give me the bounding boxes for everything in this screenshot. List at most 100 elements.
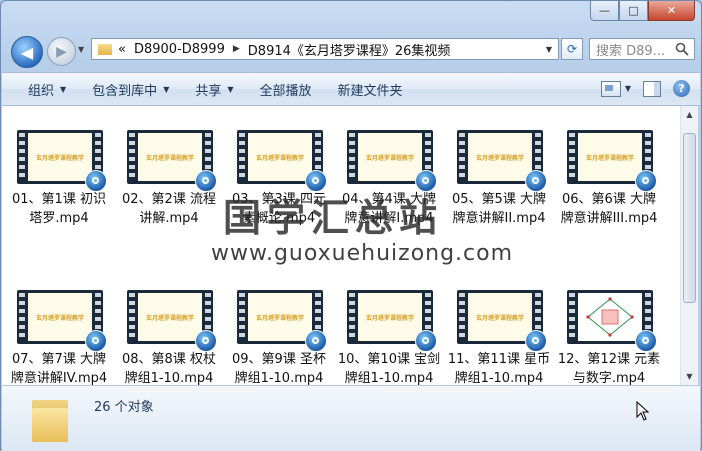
refresh-button[interactable]: ⟳ <box>561 38 583 60</box>
watermark-url: www.guoxuehuizong.com <box>211 241 514 266</box>
media-player-icon <box>525 330 547 352</box>
media-player-icon <box>85 170 107 192</box>
video-thumbnail <box>567 284 657 352</box>
arrow-left-icon: ◀ <box>20 42 34 62</box>
file-name: 12、第12课 元素与数字.mp4 <box>557 352 661 385</box>
file-name: 06、第6课 大牌牌意讲解III.mp4 <box>560 192 658 226</box>
refresh-icon: ⟳ <box>566 42 578 56</box>
video-thumbnail: 玄月塔罗课程教学 <box>567 124 657 192</box>
address-dropdown[interactable]: ▼ <box>546 45 552 54</box>
address-bar[interactable]: « D8900-D8999 ▶ D8914《玄月塔罗课程》26集视频 ▼ <box>91 38 559 60</box>
share-menu[interactable]: 共享 ▼ <box>195 80 233 99</box>
vertical-scrollbar[interactable]: ▲ ▼ <box>680 106 698 385</box>
thumbnail-screen: 玄月塔罗课程教学 <box>248 133 312 181</box>
change-view-icon[interactable] <box>600 80 621 97</box>
media-player-icon <box>195 330 217 352</box>
chevron-down-icon: ▼ <box>78 45 85 54</box>
video-thumbnail: 玄月塔罗课程教学 <box>127 284 217 352</box>
file-name: 01、第1课 初识塔罗.mp4 <box>12 192 106 226</box>
address-segment-current[interactable]: D8914《玄月塔罗课程》26集视频 <box>248 40 451 59</box>
play-all-button[interactable]: 全部播放 <box>260 80 312 99</box>
scroll-up-button[interactable]: ▲ <box>681 106 698 123</box>
organize-menu[interactable]: 组织 ▼ <box>28 80 66 99</box>
thumbnail-screen: 玄月塔罗课程教学 <box>28 293 92 341</box>
file-name: 02、第2课 流程讲解.mp4 <box>122 192 216 226</box>
thumbnail-caption: 玄月塔罗课程教学 <box>255 154 304 162</box>
mouse-cursor-icon <box>636 401 650 421</box>
file-name: 08、第8课 权杖牌组1-10.mp4 <box>122 352 216 385</box>
video-thumbnail: 玄月塔罗课程教学 <box>347 284 437 352</box>
close-button[interactable]: ✕ <box>648 1 695 21</box>
media-player-icon <box>305 330 327 352</box>
thumbnail-caption: 玄月塔罗课程教学 <box>365 154 414 162</box>
forward-button[interactable]: ▶ <box>47 37 76 66</box>
thumbnail-screen: 玄月塔罗课程教学 <box>358 133 422 181</box>
search-placeholder: 搜索 D89... <box>596 43 666 59</box>
scroll-down-button[interactable]: ▼ <box>681 368 698 385</box>
explorer-window: — □ ✕ ◀ ▶ ▼ « D8900-D8999 ▶ D8914《玄月塔罗课程… <box>0 0 702 451</box>
thumbnail-screen: 玄月塔罗课程教学 <box>28 133 92 181</box>
include-in-library-menu[interactable]: 包含到库中 ▼ <box>92 80 169 99</box>
details-pane: 26 个对象 <box>2 385 700 451</box>
scrollbar-thumb[interactable] <box>683 133 696 303</box>
thumbnail-caption: 玄月塔罗课程教学 <box>145 154 194 162</box>
video-thumbnail: 玄月塔罗课程教学 <box>457 284 547 352</box>
caption-buttons: — □ ✕ <box>590 1 695 21</box>
thumbnail-screen: 玄月塔罗课程教学 <box>248 293 312 341</box>
media-player-icon <box>415 330 437 352</box>
command-bar: 组织 ▼ 包含到库中 ▼ 共享 ▼ 全部播放 新建文件夹 ▼ ? <box>2 72 700 106</box>
media-player-icon <box>635 170 657 192</box>
file-name: 09、第9课 圣杯牌组1-10.mp4 <box>232 352 326 385</box>
media-player-icon <box>85 330 107 352</box>
address-segment-parent[interactable]: D8900-D8999 <box>134 42 225 57</box>
video-thumbnail: 玄月塔罗课程教学 <box>127 124 217 192</box>
thumbnail-caption: 玄月塔罗课程教学 <box>145 314 194 322</box>
minimize-button[interactable]: — <box>590 1 619 21</box>
caret-down-icon: ▼ <box>163 84 170 94</box>
video-thumbnail: 玄月塔罗课程教学 <box>237 124 327 192</box>
caret-down-icon: ▼ <box>227 84 234 94</box>
file-name: 07、第7课 大牌牌意讲解IV.mp4 <box>10 352 108 385</box>
caret-down-icon: ▼ <box>60 84 67 94</box>
new-folder-label: 新建文件夹 <box>337 83 403 99</box>
preview-pane-icon[interactable] <box>643 80 661 97</box>
thumbnail-screen: 玄月塔罗课程教学 <box>358 293 422 341</box>
chevron-right-icon[interactable]: ▶ <box>233 44 240 54</box>
share-label: 共享 <box>195 83 222 99</box>
item-count: 26 个对象 <box>94 400 154 415</box>
back-button[interactable]: ◀ <box>11 36 43 68</box>
organize-label: 组织 <box>28 83 55 99</box>
folder-icon <box>32 396 68 442</box>
include-in-library-label: 包含到库中 <box>92 83 158 99</box>
search-input[interactable]: 搜索 D89... <box>589 38 695 60</box>
view-dropdown[interactable]: ▼ <box>625 84 631 93</box>
address-overflow[interactable]: « <box>118 42 126 57</box>
thumbnail-caption: 玄月塔罗课程教学 <box>475 154 524 162</box>
thumbnail-screen: 玄月塔罗课程教学 <box>138 293 202 341</box>
search-icon[interactable] <box>675 42 689 60</box>
video-thumbnail: 玄月塔罗课程教学 <box>17 284 107 352</box>
thumbnail-caption: 玄月塔罗课程教学 <box>35 154 84 162</box>
file-name: 05、第5课 大牌牌意讲解II.mp4 <box>452 192 546 226</box>
thumbnail-screen: 玄月塔罗课程教学 <box>578 133 642 181</box>
new-folder-button[interactable]: 新建文件夹 <box>338 80 403 99</box>
thumbnail-screen: 玄月塔罗课程教学 <box>468 293 532 341</box>
media-player-icon <box>525 170 547 192</box>
thumbnail-caption: 玄月塔罗课程教学 <box>365 314 414 322</box>
media-player-icon <box>635 330 657 352</box>
arrow-right-icon: ▶ <box>56 43 67 60</box>
recent-pages-dropdown[interactable]: ▼ <box>78 45 84 54</box>
video-thumbnail: 玄月塔罗课程教学 <box>17 124 107 192</box>
media-player-icon <box>195 170 217 192</box>
video-thumbnail: 玄月塔罗课程教学 <box>457 124 547 192</box>
maximize-button[interactable]: □ <box>619 1 648 21</box>
diagram-preview <box>578 293 642 341</box>
thumbnail-caption: 玄月塔罗课程教学 <box>35 314 84 322</box>
help-icon[interactable]: ? <box>673 80 690 97</box>
play-all-label: 全部播放 <box>259 83 312 99</box>
thumbnail-caption: 玄月塔罗课程教学 <box>585 154 634 162</box>
folder-icon <box>98 43 112 55</box>
file-name: 10、第10课 宝剑牌组1-10.mp4 <box>337 352 441 385</box>
thumbnail-screen: 玄月塔罗课程教学 <box>468 133 532 181</box>
thumbnail-screen: 玄月塔罗课程教学 <box>138 133 202 181</box>
